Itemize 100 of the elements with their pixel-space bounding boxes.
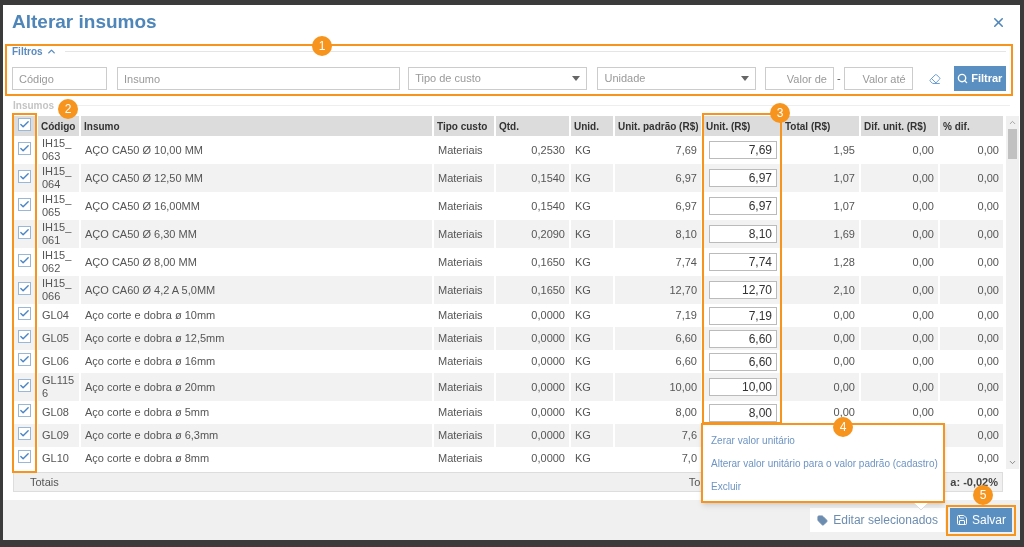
unit-cell: KG [575,355,591,368]
code-cell: IH15_065 [42,193,72,218]
total-cell: 1,69 [833,227,855,240]
input-field[interactable]: Valor até [843,67,913,90]
total-cell: 0,00 [833,309,855,322]
checkbox[interactable] [18,141,31,155]
cost-type-cell: Materiais [438,283,483,296]
difference-cell: 0,00 [912,332,934,345]
total-cell: 1,07 [833,171,855,184]
unit-price-field[interactable]: 6,60 [709,352,777,371]
checkbox[interactable] [18,330,31,344]
difference-cell: 0,00 [912,309,934,322]
total-cell: 0,00 [833,380,855,393]
scrollbar[interactable] [1006,116,1019,469]
cost-type-cell: Materiais [438,199,483,212]
unit-cell: KG [575,380,591,393]
close-icon[interactable] [991,15,1006,30]
column-header: Qtd. [499,120,519,132]
unit-price-field[interactable]: 7,69 [709,141,777,159]
default-price-cell: 7,19 [675,309,697,322]
check-icon [19,226,30,238]
quantity-cell: 0,1540 [531,199,565,212]
unit-price-field[interactable]: 10,00 [709,378,777,396]
unit-price-field[interactable]: 8,00 [709,403,777,422]
input-field[interactable]: Código [12,67,107,90]
default-price-cell: 8,00 [675,406,697,419]
checkbox[interactable] [18,427,31,441]
code-cell: IH15_066 [42,277,72,302]
unit-cell: KG [575,406,591,419]
totals-label: Totais [29,474,59,490]
unit-cell: KG [575,199,591,212]
code-cell: GL08 [42,406,69,418]
checkbox[interactable] [18,253,31,267]
checkbox[interactable] [18,225,31,239]
unit-price-field[interactable]: 6,97 [709,197,777,215]
unit-cell: KG [575,332,591,345]
checkbox[interactable] [18,353,31,367]
cost-type-cell: Materiais [438,355,483,368]
quantity-cell: 0,0000 [531,380,565,393]
quantity-cell: 0,1650 [531,255,565,268]
section-title[interactable]: Filtros [12,43,43,59]
percent-cell: 0,00 [977,171,999,184]
cost-type-cell: Materiais [438,171,483,184]
quantity-cell: 0,0000 [531,332,565,345]
checkbox[interactable] [18,197,31,211]
check-icon [19,118,30,130]
description-cell: Aço corte e dobra ø 8mm [85,452,210,465]
unit-price-field[interactable]: 12,70 [709,281,777,299]
section-title: Insumos [13,98,55,113]
scroll-up-icon[interactable] [1008,118,1017,127]
column-header: Unit. (R$) [706,120,751,132]
default-price-cell: 6,97 [675,199,697,212]
check-icon [19,142,30,154]
check-icon [19,379,30,391]
unit-cell: KG [575,143,591,156]
cost-type-cell: Materiais [438,143,483,156]
unit-cell: KG [575,255,591,268]
column-header: Unid. [574,120,599,132]
checkbox[interactable] [18,307,31,321]
description-cell: Aço corte e dobra ø 20mm [85,380,216,393]
quantity-cell: 0,2090 [531,227,565,240]
default-price-cell: 8,10 [675,227,697,240]
column-header: Dif. unit. (R$) [864,120,927,132]
checkbox[interactable] [18,378,31,392]
description-cell: Aço corte e dobra ø 16mm [85,355,216,368]
unit-price-field[interactable]: 6,60 [709,329,777,348]
checkbox[interactable] [18,169,31,183]
description-cell: AÇO CA50 Ø 8,00 MM [85,255,197,268]
checkbox[interactable] [18,404,31,418]
unit-price-field[interactable]: 7,19 [709,306,777,325]
scrollbar-thumb[interactable] [1008,129,1017,159]
dialog-title: Alterar insumos [12,10,157,35]
input-field[interactable]: Insumo [117,67,401,90]
total-cell: 0,00 [833,332,855,345]
quantity-cell: 0,1540 [531,171,565,184]
unit-price-field[interactable]: 6,97 [709,169,777,187]
percent-cell: 0,00 [977,406,999,419]
highlight-frame [946,505,1016,536]
eraser-icon[interactable] [928,72,941,85]
unit-cell: KG [575,171,591,184]
quantity-cell: 0,0000 [531,355,565,368]
cost-type-cell: Materiais [438,406,483,419]
checkbox[interactable] [18,450,31,464]
percent-cell: 0,00 [977,255,999,268]
default-price-cell: 6,97 [675,171,697,184]
code-cell: GL04 [42,309,69,321]
difference-cell: 0,00 [912,227,934,240]
cost-type-cell: Materiais [438,332,483,345]
range-separator: - [837,71,841,87]
difference-cell: 0,00 [912,406,934,419]
checkbox[interactable] [18,117,31,131]
percent-cell: 0,00 [977,355,999,368]
unit-cell: KG [575,452,591,465]
scroll-down-icon[interactable] [1008,458,1017,467]
unit-price-field[interactable]: 7,74 [709,253,777,271]
checkbox[interactable] [18,281,31,295]
default-price-cell: 10,00 [669,380,697,393]
total-cell: 1,28 [833,255,855,268]
input-field[interactable]: Valor de [765,67,834,90]
unit-price-field[interactable]: 8,10 [709,225,777,243]
